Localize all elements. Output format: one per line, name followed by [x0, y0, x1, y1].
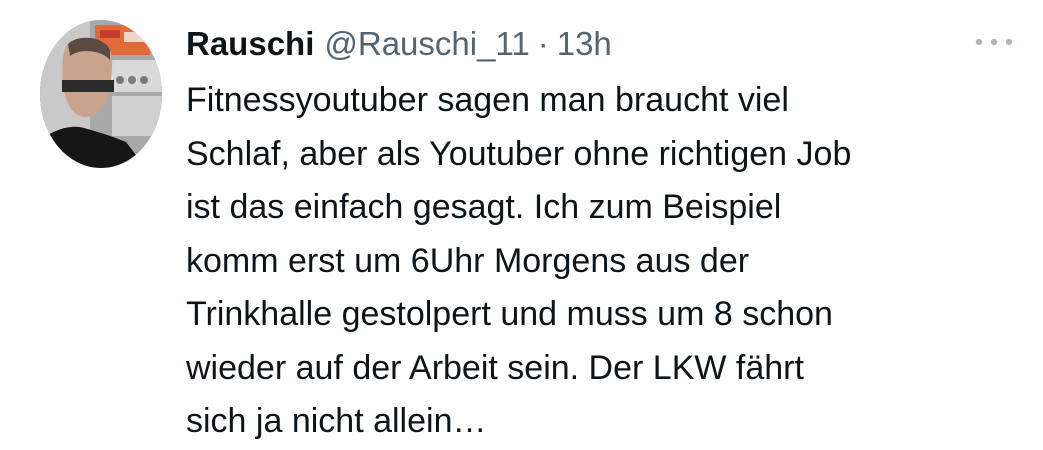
tweet-card[interactable]: Rauschi @Rauschi_11 · 13h Fitnessyoutube…	[0, 0, 1043, 450]
avatar[interactable]	[40, 20, 162, 168]
header-separator: ·	[537, 24, 549, 62]
author-display-name[interactable]: Rauschi	[186, 27, 314, 60]
tweet-timestamp[interactable]: 13h	[557, 27, 612, 60]
more-options-button[interactable]	[972, 28, 1016, 56]
profile-photo	[40, 20, 162, 168]
more-dots-icon	[975, 38, 1013, 46]
author-handle[interactable]: @Rauschi_11	[324, 27, 529, 60]
tweet-text: Fitnessyoutuber sagen man braucht viel S…	[186, 81, 852, 440]
tweet-header: Rauschi @Rauschi_11 · 13h	[186, 18, 612, 68]
